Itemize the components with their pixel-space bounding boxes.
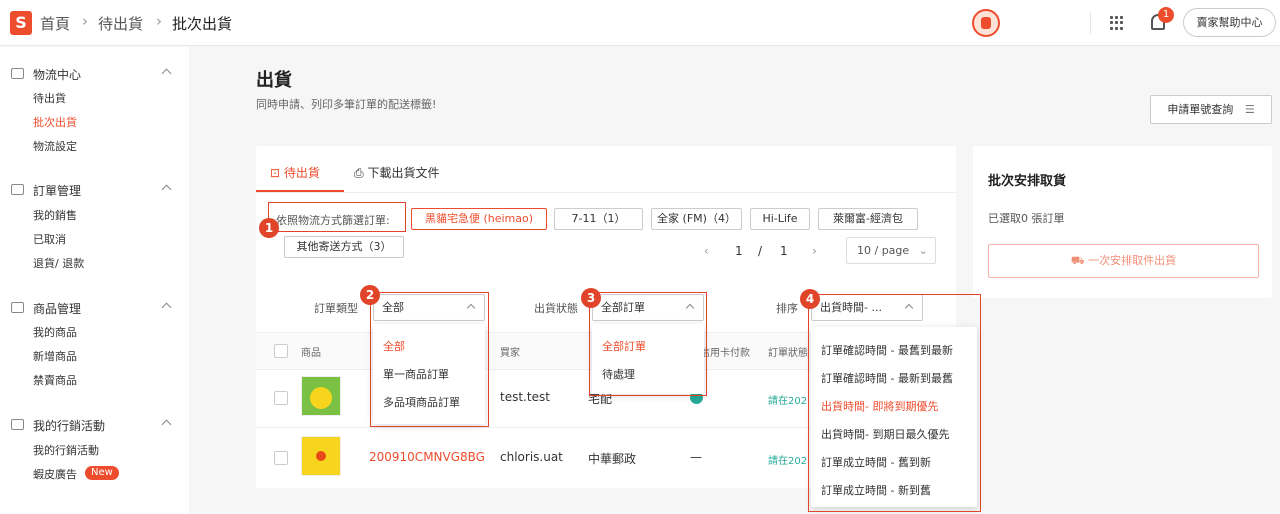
seller-help-button[interactable]: 賣家幫助中心 [1183,8,1276,37]
tag-icon [11,419,24,430]
sidebar-section-orders[interactable]: 訂單管理 [33,182,81,199]
lookup-button-label: 申請單號查詢 [1167,103,1234,116]
tab-to-ship[interactable]: ⊡ 待出貨 [270,164,320,181]
select-all-checkbox[interactable] [274,344,288,358]
sidebar-section-marketing[interactable]: 我的行銷活動 [33,417,105,434]
tab-label: 下載出貨文件 [367,166,440,180]
order-status: 請在202 [768,396,808,407]
annotation-number: 3 [581,288,601,308]
product-thumbnail[interactable] [301,376,341,416]
ship-status-label: 出貨狀態 [534,302,578,315]
row-checkbox[interactable] [274,391,288,405]
sidebar-item-banned-products[interactable]: 禁賣商品 [33,372,77,388]
sidebar-item-shopee-ads[interactable]: 蝦皮廣告 [33,466,77,482]
sidebar-item-my-products[interactable]: 我的商品 [33,324,77,340]
batch-arrange-pickup-button[interactable]: ⛟ 一次安排取件出貨 [988,244,1259,278]
top-bar: S 首頁 › 待出貨 › 批次出貨 1 賣家幫助中心 [0,0,1280,46]
page-title: 出貨 [256,70,292,91]
order-id[interactable]: 200910CMNVG8BG [369,450,485,464]
sidebar-item-returns[interactable]: 退貨/ 退款 [33,255,84,271]
tab-download-docs[interactable]: ⎙ 下載出貨文件 [354,164,439,181]
annotation-box [589,292,707,396]
menu-icon: ☰ [1244,103,1255,116]
order-type-label: 訂單類型 [314,302,358,315]
chevron-up-icon[interactable] [161,419,172,430]
sort-label: 排序 [776,302,798,315]
pager-current: 1 [735,244,743,258]
chip-hilife[interactable]: Hi-Life [750,208,810,230]
divider [1090,12,1091,34]
column-header-product: 商品 [301,348,321,359]
button-label: 一次安排取件出貨 [1088,254,1177,267]
column-header-order-status: 訂單狀態 [768,348,808,359]
batch-pickup-panel: 批次安排取貨 已選取0 張訂單 ⛟ 一次安排取件出貨 [973,146,1272,298]
sidebar: 物流中心 待出貨 批次出貨 物流設定 訂單管理 我的銷售 已取消 退貨/ 退款 … [0,47,189,514]
row-checkbox[interactable] [274,451,288,465]
chevron-right-icon: › [82,12,88,30]
clipboard-icon [11,184,24,195]
sidebar-item-add-product[interactable]: 新增商品 [33,348,77,364]
chevron-up-icon[interactable] [161,302,172,313]
pager-prev[interactable]: ‹ [704,244,709,258]
tracking-lookup-button[interactable]: 申請單號查詢 ☰ [1150,95,1272,124]
chevron-up-icon[interactable] [161,68,172,79]
column-header-buyer: 買家 [500,348,520,359]
printer-icon: ⎙ [354,166,364,180]
annotation-box [370,292,489,427]
product-thumbnail[interactable] [301,436,341,476]
pager-separator: / [758,244,763,258]
sidebar-item-batch-ship[interactable]: 批次出貨 [33,114,77,130]
chevron-down-icon: ⌄ [918,244,928,257]
apps-grid-icon[interactable] [1110,16,1124,30]
annotation-number: 4 [800,289,820,309]
chevron-right-icon: › [156,12,162,30]
chip-family-mart[interactable]: 全家 (FM)（4） [651,208,742,230]
chip-other-shipping[interactable]: 其他寄送方式（3） [284,236,404,258]
package-icon: ⊡ [270,166,281,180]
annotation-box [268,202,406,232]
new-badge: New [85,466,119,480]
breadcrumb-to-ship[interactable]: 待出貨 [98,13,143,34]
chevron-up-icon[interactable] [161,184,172,195]
chip-okmart-economy[interactable]: 萊爾富-經濟包 [818,208,918,230]
chip-711[interactable]: 7-11（1） [554,208,643,230]
page-subtitle: 同時申請、列印多筆訂單的配送標籤! [256,98,437,111]
truck-icon [11,68,24,79]
breadcrumb-home[interactable]: 首頁 [40,13,70,34]
notification-badge: 1 [1158,7,1174,23]
column-header-credit-card: 信用卡付款 [700,348,750,359]
sidebar-item-to-ship[interactable]: 待出貨 [33,90,66,106]
truck-icon: ⛟ [1070,254,1085,267]
box-icon [11,302,24,313]
chip-heimao[interactable]: 黑貓宅急便 (heimao) [411,208,547,230]
sidebar-item-cancelled[interactable]: 已取消 [33,231,66,247]
pager-total: 1 [780,244,788,258]
tab-label: 待出貨 [283,166,320,180]
pager-next[interactable]: › [812,244,817,258]
annotation-box [808,294,981,512]
sidebar-item-logistics-settings[interactable]: 物流設定 [33,138,77,154]
mascot-icon[interactable] [972,9,1000,37]
buyer-name: chloris.uat [500,450,563,464]
annotation-number: 2 [360,285,380,305]
sidebar-item-my-campaigns[interactable]: 我的行銷活動 [33,442,99,458]
sidebar-item-my-sales[interactable]: 我的銷售 [33,207,77,223]
credit-card-value: — [690,450,702,464]
shopee-logo-icon[interactable]: S [10,11,32,35]
sidebar-section-logistics[interactable]: 物流中心 [33,66,81,83]
annotation-number: 1 [259,218,279,238]
tab-divider [256,192,956,193]
breadcrumb-current: 批次出貨 [172,15,233,33]
buyer-name: test.test [500,390,550,404]
page-size-select[interactable]: 10 / page ⌄ [846,237,936,264]
shipping-method: 中華郵政 [588,452,637,466]
panel-title: 批次安排取貨 [988,174,1067,189]
page-size-value: 10 / page [857,244,910,257]
sidebar-section-products[interactable]: 商品管理 [33,300,81,317]
selected-count: 已選取0 張訂單 [988,212,1065,225]
order-status: 請在202 [768,456,808,467]
